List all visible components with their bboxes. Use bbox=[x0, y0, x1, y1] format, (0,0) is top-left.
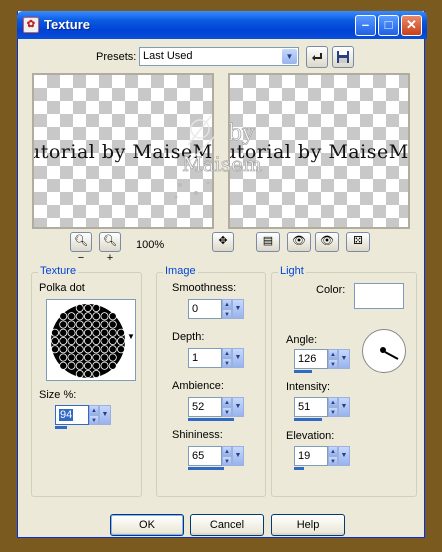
pan-icon: ✥ bbox=[218, 235, 228, 247]
depth-spinner[interactable]: 1 ▲ ▼ ▼ bbox=[188, 348, 244, 370]
result-preview-text: utorial by MaiseMin bbox=[228, 141, 409, 163]
texture-group-title: Texture bbox=[38, 265, 79, 277]
chevron-down-icon: ▼ bbox=[127, 332, 135, 341]
shininess-spinner[interactable]: 65 ▲ ▼ ▼ bbox=[188, 446, 244, 470]
zoom-in-icon: 🔍︎+ bbox=[103, 235, 117, 264]
intensity-label: Intensity: bbox=[286, 381, 331, 393]
smoothness-value: 0 bbox=[192, 303, 199, 315]
preview-toggle-button[interactable]: ▤ bbox=[256, 232, 280, 252]
elevation-spinner[interactable]: 19 ▲ ▼ ▼ bbox=[294, 446, 350, 470]
smoothness-label: Smoothness: bbox=[172, 282, 237, 294]
shininess-value: 65 bbox=[192, 450, 205, 462]
angle-label: Angle: bbox=[286, 334, 318, 346]
intensity-spinner[interactable]: 51 ▲ ▼ ▼ bbox=[294, 397, 350, 421]
presets-value: Last Used bbox=[143, 50, 193, 62]
zoom-out-icon: 🔍︎− bbox=[74, 235, 88, 264]
polka-dot-swatch bbox=[51, 304, 126, 379]
angle-value: 126 bbox=[298, 353, 317, 365]
preview-toggle-icon: ▤ bbox=[262, 235, 274, 247]
depth-label: Depth: bbox=[172, 331, 205, 343]
shininess-label: Shininess: bbox=[172, 429, 223, 441]
save-preset-button[interactable] bbox=[332, 46, 354, 68]
light-color-swatch[interactable] bbox=[354, 283, 404, 309]
light-direction-icon bbox=[380, 347, 399, 360]
texture-name: Polka dot bbox=[39, 282, 85, 294]
texture-swatch-picker[interactable]: ▼ bbox=[46, 299, 136, 381]
presets-dropdown[interactable]: Last Used ▼ bbox=[139, 47, 299, 66]
window-title: Texture bbox=[44, 17, 90, 32]
pan-button[interactable]: ✥ bbox=[212, 232, 234, 252]
zoom-level: 100% bbox=[136, 239, 165, 251]
result-preview: utorial by MaiseMin bbox=[228, 73, 410, 229]
chevron-down-icon: ▼ bbox=[282, 49, 297, 64]
angle-spinner[interactable]: 126 ▲ ▼ ▼ bbox=[294, 349, 350, 373]
minimize-button[interactable]: – bbox=[355, 15, 376, 36]
size-value: 94 bbox=[59, 409, 74, 421]
eye-proof-icon: 👁 bbox=[292, 235, 306, 247]
zoom-out-button[interactable]: 🔍︎− bbox=[70, 232, 92, 264]
eye-icon: 👁 bbox=[320, 235, 334, 247]
close-button[interactable]: ✕ bbox=[401, 15, 422, 36]
elevation-label: Elevation: bbox=[286, 430, 335, 442]
elevation-value: 19 bbox=[298, 450, 311, 462]
image-group-title: Image bbox=[163, 265, 198, 277]
size-spinner[interactable]: 94 ▲ ▼ ▼ bbox=[55, 405, 111, 429]
presets-label: Presets: bbox=[96, 51, 137, 63]
cancel-button[interactable]: Cancel bbox=[190, 514, 264, 536]
maximize-button[interactable]: □ bbox=[378, 15, 399, 36]
randomize-icon: ⚄ bbox=[353, 235, 363, 247]
texture-dialog: ✿ Texture – □ ✕ Presets: Last Used ▼ uto… bbox=[17, 11, 427, 538]
help-button[interactable]: Help bbox=[271, 514, 345, 536]
zoom-in-button[interactable]: 🔍︎+ bbox=[99, 232, 121, 264]
randomize-button[interactable]: ⚄ bbox=[346, 232, 370, 252]
proof-button[interactable]: 👁 bbox=[287, 232, 311, 252]
reset-icon bbox=[312, 53, 322, 61]
light-group-title: Light bbox=[278, 265, 306, 277]
maximize-icon: □ bbox=[384, 17, 393, 32]
smoothness-spinner[interactable]: 0 ▲ ▼ ▼ bbox=[188, 299, 244, 321]
original-preview-text: utorial by MaiseMin bbox=[32, 141, 213, 163]
size-label: Size %: bbox=[39, 389, 77, 401]
ambience-label: Ambience: bbox=[172, 380, 224, 392]
title-bar[interactable]: ✿ Texture – □ ✕ bbox=[17, 11, 427, 39]
ambience-spinner[interactable]: 52 ▲ ▼ ▼ bbox=[188, 397, 244, 421]
close-icon: ✕ bbox=[406, 17, 417, 32]
original-preview[interactable]: utorial by MaiseMin bbox=[32, 73, 214, 229]
light-direction-dial[interactable] bbox=[362, 329, 406, 373]
minimize-icon: – bbox=[361, 17, 370, 32]
ambience-value: 52 bbox=[192, 401, 205, 413]
depth-value: 1 bbox=[192, 352, 199, 364]
app-icon: ✿ bbox=[23, 17, 39, 33]
auto-proof-button[interactable]: 👁 bbox=[315, 232, 339, 252]
color-label: Color: bbox=[316, 284, 346, 296]
ok-button[interactable]: OK bbox=[110, 514, 184, 536]
save-icon bbox=[337, 51, 349, 63]
reset-button[interactable] bbox=[306, 46, 328, 68]
intensity-value: 51 bbox=[298, 401, 311, 413]
